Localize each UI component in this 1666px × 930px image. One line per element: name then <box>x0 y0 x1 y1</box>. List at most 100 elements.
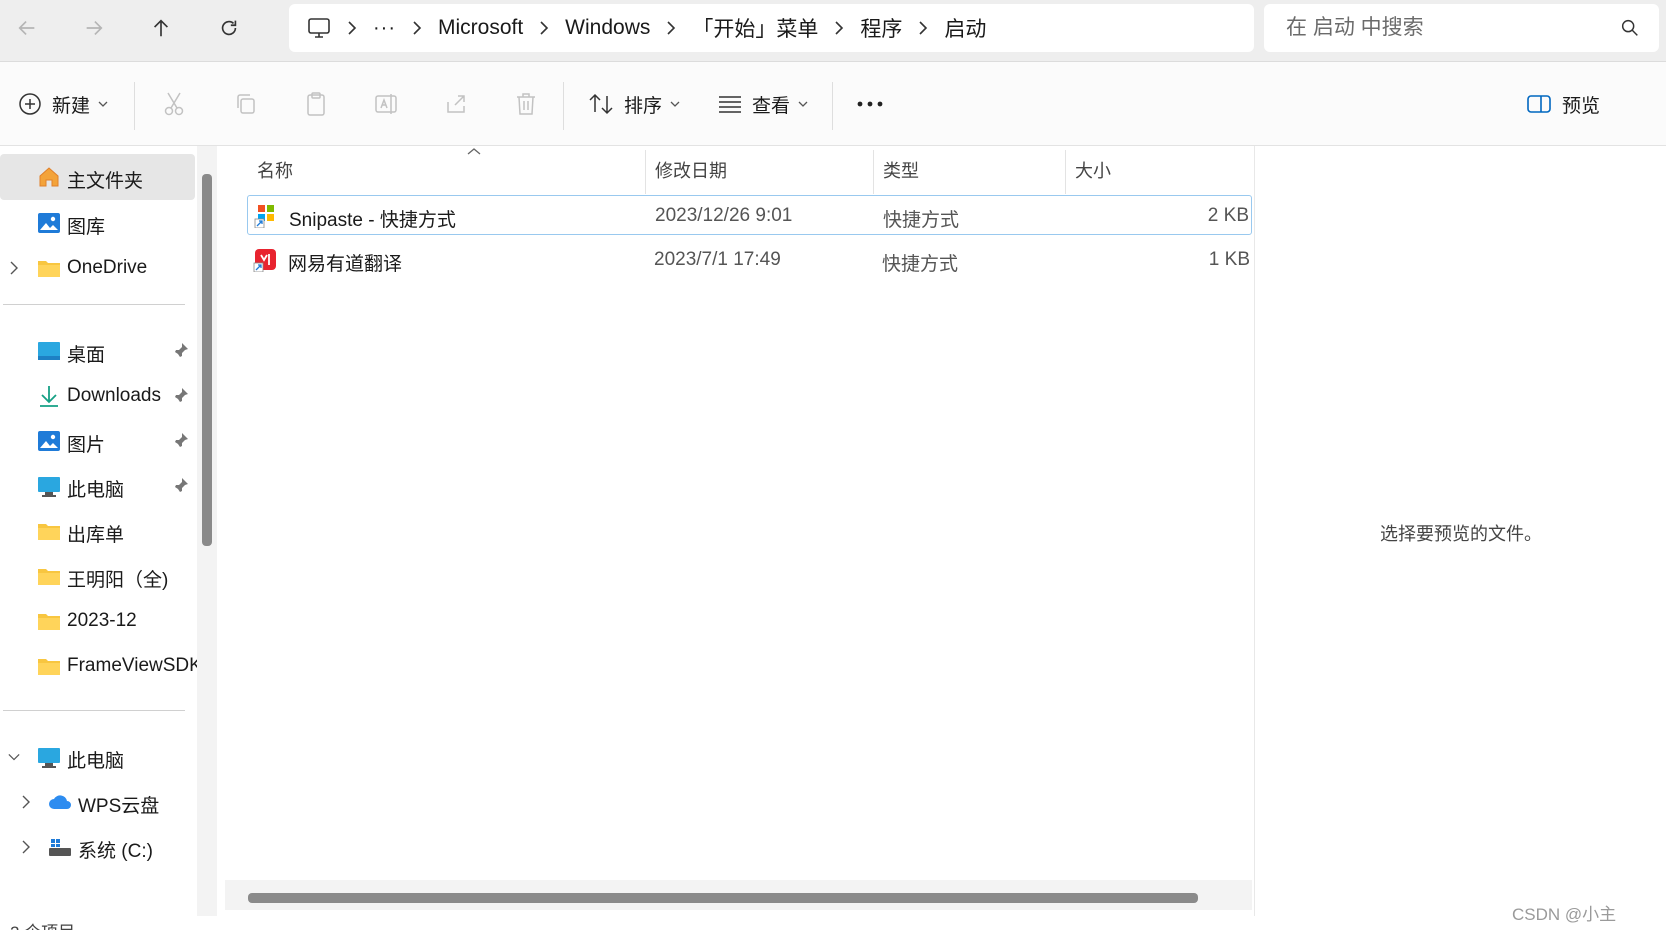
delete-button[interactable] <box>514 82 538 126</box>
sidebar-scrollbar-thumb[interactable] <box>202 174 212 546</box>
pin-icon[interactable] <box>173 432 189 450</box>
pictures-icon <box>38 431 60 451</box>
horizontal-scrollbar-thumb[interactable] <box>248 893 1198 903</box>
chevron-right-icon[interactable] <box>8 261 20 275</box>
column-divider[interactable] <box>645 150 646 194</box>
preview-pane-button[interactable]: 预览 <box>1526 82 1600 126</box>
sidebar-item-label: WPS云盘 <box>78 796 160 817</box>
chevron-right-icon[interactable] <box>818 21 860 35</box>
sort-button[interactable]: 排序 <box>588 82 680 126</box>
chevron-right-icon[interactable] <box>902 21 944 35</box>
rename-icon <box>375 94 397 114</box>
column-header-size[interactable]: 大小 <box>1075 146 1111 194</box>
clipboard-icon <box>307 92 325 116</box>
refresh-icon <box>221 20 237 36</box>
forward-arrow-icon <box>86 20 103 36</box>
paste-button[interactable] <box>304 82 328 126</box>
column-header-modified[interactable]: 修改日期 <box>655 146 727 194</box>
navigation-pane: 主文件夹 图库 OneDrive 桌面 Downloads 图片 此电脑 出库单… <box>0 146 198 916</box>
copy-icon <box>237 94 255 114</box>
sidebar-item-wps[interactable]: WPS云盘 <box>0 779 195 825</box>
sidebar-item-label: 此电脑 <box>67 480 125 501</box>
toolbar-divider <box>832 82 833 130</box>
folder-icon <box>38 261 60 277</box>
monitor-icon[interactable] <box>307 17 331 39</box>
file-type: 快捷方式 <box>882 254 959 275</box>
sidebar-item-folder[interactable]: 出库单 <box>0 508 195 554</box>
sidebar-item-this-pc-pinned[interactable]: 此电脑 <box>0 463 195 509</box>
scissors-icon <box>164 92 184 116</box>
chevron-down-icon <box>98 101 108 107</box>
folder-icon <box>38 614 60 630</box>
chevron-down-icon <box>798 101 808 107</box>
command-bar: 新建 排序 查看 预览 <box>0 62 1666 146</box>
forward-button[interactable] <box>72 8 116 48</box>
breadcrumb[interactable]: ··· Microsoft Windows 「开始」菜单 程序 启动 <box>289 4 1254 52</box>
pin-icon[interactable] <box>173 477 189 495</box>
chevron-down-icon[interactable] <box>8 750 20 764</box>
view-button[interactable]: 查看 <box>718 82 808 126</box>
breadcrumb-item[interactable]: 「开始」菜单 <box>692 13 818 43</box>
cut-button[interactable] <box>162 82 186 126</box>
search-icon[interactable] <box>1619 17 1641 39</box>
file-row[interactable]: 网易有道翻译 2023/7/1 17:49 快捷方式 1 KB <box>247 240 1252 280</box>
breadcrumb-item-current[interactable]: 启动 <box>944 13 986 43</box>
folder-icon <box>38 659 60 675</box>
up-button[interactable] <box>139 8 183 48</box>
sidebar-item-label: 2023-12 <box>67 610 137 631</box>
new-button[interactable]: 新建 <box>18 82 108 126</box>
sidebar-item-home[interactable]: 主文件夹 <box>0 154 195 200</box>
more-options-button[interactable] <box>856 82 884 126</box>
sidebar-item-folder[interactable]: FrameViewSDK <box>0 643 198 689</box>
sidebar-item-gallery[interactable]: 图库 <box>0 200 195 246</box>
sidebar-item-label: 图片 <box>67 435 106 456</box>
share-button[interactable] <box>444 82 468 126</box>
pin-icon[interactable] <box>173 342 189 360</box>
breadcrumb-item[interactable]: Microsoft <box>438 16 523 40</box>
column-divider[interactable] <box>1065 150 1066 194</box>
sidebar-item-pictures[interactable]: 图片 <box>0 418 195 464</box>
search-input[interactable] <box>1286 16 1606 40</box>
chevron-right-icon[interactable] <box>523 21 565 35</box>
back-button[interactable] <box>5 8 49 48</box>
sidebar-item-c-drive[interactable]: 系统 (C:) <box>0 824 195 870</box>
sidebar-item-folder[interactable]: 2023-12 <box>0 598 195 644</box>
sidebar-item-onedrive[interactable]: OneDrive <box>0 245 195 291</box>
sort-icon <box>589 93 613 115</box>
monitor-icon <box>38 748 60 768</box>
more-crumbs-button[interactable]: ··· <box>373 17 396 40</box>
file-size: 2 KB <box>1207 205 1249 226</box>
sidebar-item-downloads[interactable]: Downloads <box>0 373 195 419</box>
refresh-button[interactable] <box>207 8 251 48</box>
sidebar-item-this-pc[interactable]: 此电脑 <box>0 734 195 780</box>
chevron-right-icon[interactable] <box>650 21 692 35</box>
trash-icon <box>517 93 535 115</box>
file-row-selected[interactable]: Snipaste - 快捷方式 2023/12/26 9:01 快捷方式 2 K… <box>247 195 1252 235</box>
back-arrow-icon <box>18 20 35 36</box>
chevron-right-icon[interactable] <box>20 840 32 854</box>
folder-icon <box>38 524 60 540</box>
up-arrow-icon <box>153 19 169 37</box>
file-name: Snipaste - 快捷方式 <box>289 210 456 231</box>
column-divider[interactable] <box>873 150 874 194</box>
search-box[interactable] <box>1264 4 1659 52</box>
sidebar-item-folder[interactable]: 王明阳（全) <box>0 553 195 599</box>
sidebar-item-desktop[interactable]: 桌面 <box>0 328 195 374</box>
file-list: 名称 修改日期 类型 大小 Snipaste - 快捷方式 2023/12/26… <box>225 146 1252 916</box>
more-horizontal-icon <box>857 101 883 107</box>
sidebar-item-label: 王明阳（全) <box>67 570 169 591</box>
column-header-name[interactable]: 名称 <box>257 146 293 194</box>
sidebar-item-label: 系统 (C:) <box>78 841 153 862</box>
copy-button[interactable] <box>234 82 258 126</box>
pin-icon[interactable] <box>173 387 189 405</box>
chevron-right-icon[interactable] <box>331 21 373 35</box>
new-label: 新建 <box>52 95 91 117</box>
gallery-icon <box>38 213 60 233</box>
sidebar-item-label: OneDrive <box>67 257 148 278</box>
breadcrumb-item[interactable]: 程序 <box>860 13 902 43</box>
chevron-right-icon[interactable] <box>20 795 32 809</box>
chevron-right-icon[interactable] <box>396 21 438 35</box>
column-header-type[interactable]: 类型 <box>883 146 919 194</box>
rename-button[interactable] <box>374 82 400 126</box>
breadcrumb-item[interactable]: Windows <box>565 16 650 40</box>
